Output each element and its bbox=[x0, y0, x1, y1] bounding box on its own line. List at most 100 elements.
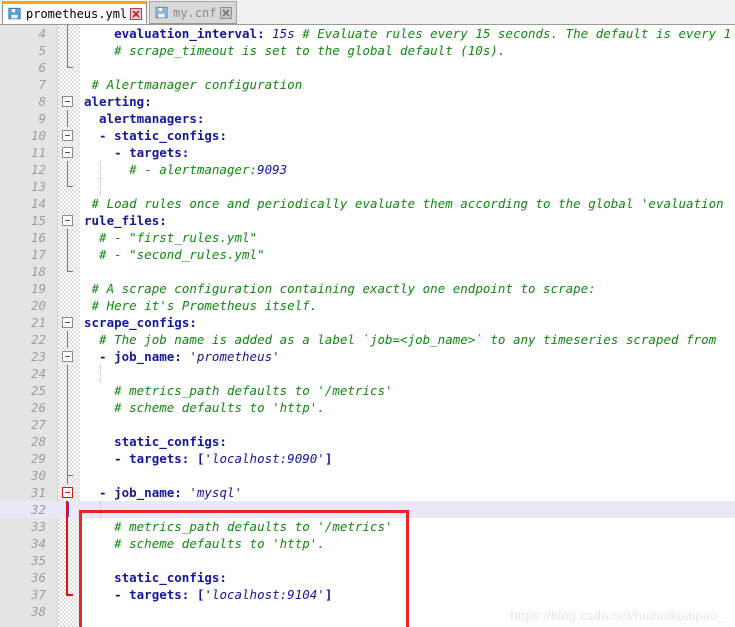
line-number: 11 bbox=[30, 145, 46, 160]
line-number: 13 bbox=[30, 179, 46, 194]
code-token: 'localhost:9090' bbox=[204, 451, 325, 466]
fold-end-marker bbox=[67, 59, 73, 68]
tab-label: my.cnf bbox=[173, 5, 217, 20]
fold-toggle-icon[interactable] bbox=[62, 130, 73, 141]
code-line[interactable]: 6 bbox=[0, 59, 735, 76]
close-icon[interactable] bbox=[130, 7, 143, 20]
code-token: - targets: bbox=[114, 145, 190, 160]
code-line[interactable]: 22 # The job name is added as a label `jo… bbox=[0, 331, 735, 348]
code-text: # - alertmanager:9093 bbox=[129, 161, 287, 178]
fold-guide-line bbox=[67, 450, 68, 467]
code-text: - targets: bbox=[114, 144, 189, 161]
line-number: 27 bbox=[30, 417, 46, 432]
code-line[interactable]: 8 alerting: bbox=[0, 93, 735, 110]
code-text: evaluation_interval: 15s # Evaluate rule… bbox=[114, 25, 731, 42]
code-token: # - alertmanager: bbox=[129, 162, 258, 177]
line-number: 37 bbox=[30, 587, 46, 602]
line-number: 4 bbox=[38, 26, 46, 41]
line-number: 12 bbox=[30, 162, 46, 177]
code-token: # Evaluate rules every 15 seconds. The d… bbox=[302, 26, 732, 41]
code-line[interactable]: 26 # scheme defaults to 'http'. bbox=[0, 399, 735, 416]
code-line[interactable]: 36 static_configs: bbox=[0, 569, 735, 586]
code-line[interactable]: 34 # scheme defaults to 'http'. bbox=[0, 535, 735, 552]
line-number: 5 bbox=[38, 43, 46, 58]
code-line[interactable]: 16 # - "first_rules.yml" bbox=[0, 229, 735, 246]
code-token: - static_configs: bbox=[99, 128, 227, 143]
code-line[interactable]: 33 # metrics_path defaults to '/metrics' bbox=[0, 518, 735, 535]
code-line[interactable]: 18 bbox=[0, 263, 735, 280]
code-token: ] bbox=[324, 451, 333, 466]
code-line[interactable]: 23 - job_name: 'prometheus' bbox=[0, 348, 735, 365]
code-text: # metrics_path defaults to '/metrics' bbox=[114, 382, 392, 399]
code-text: - job_name: 'prometheus' bbox=[99, 348, 280, 365]
code-text: - targets: ['localhost:9090'] bbox=[114, 450, 332, 467]
code-token: alertmanagers: bbox=[99, 111, 205, 126]
code-token: - job_name: bbox=[99, 349, 190, 364]
code-line[interactable]: 32 bbox=[0, 501, 735, 518]
code-line[interactable]: 17 # - "second_rules.yml" bbox=[0, 246, 735, 263]
code-line[interactable]: 30 bbox=[0, 467, 735, 484]
fold-toggle-icon[interactable] bbox=[62, 215, 73, 226]
code-text: # Load rules once and periodically evalu… bbox=[92, 195, 724, 212]
code-token: # Here it's Prometheus itself. bbox=[91, 298, 318, 313]
fold-guide-line bbox=[67, 382, 68, 399]
fold-guide-line bbox=[67, 42, 68, 59]
code-line[interactable]: 27 bbox=[0, 416, 735, 433]
code-token: # - "first_rules.yml" bbox=[99, 230, 258, 245]
code-line[interactable]: 19 # A scrape configuration containing ex… bbox=[0, 280, 735, 297]
close-icon[interactable] bbox=[219, 6, 232, 19]
indent-guide bbox=[100, 161, 102, 178]
tab-prometheus-yml[interactable]: prometheus.yml bbox=[2, 1, 148, 24]
code-line[interactable]: 14 # Load rules once and periodically eva… bbox=[0, 195, 735, 212]
fold-guide-line bbox=[67, 161, 68, 178]
code-line[interactable]: 7 # Alertmanager configuration bbox=[0, 76, 735, 93]
code-line[interactable]: 31 - job_name: 'mysql' bbox=[0, 484, 735, 501]
code-text: # scheme defaults to 'http'. bbox=[114, 535, 325, 552]
line-number: 35 bbox=[30, 553, 46, 568]
code-token: # scheme defaults to 'http'. bbox=[114, 400, 325, 415]
tab-label: prometheus.yml bbox=[26, 6, 128, 21]
code-line[interactable]: 24 bbox=[0, 365, 735, 382]
fold-guide-line bbox=[66, 552, 68, 569]
fold-toggle-icon[interactable] bbox=[62, 487, 73, 498]
line-number: 15 bbox=[30, 213, 46, 228]
code-line[interactable]: 28 static_configs: bbox=[0, 433, 735, 450]
line-number: 26 bbox=[30, 400, 46, 415]
code-line[interactable]: 35 bbox=[0, 552, 735, 569]
code-line[interactable]: 4 evaluation_interval: 15s # Evaluate rul… bbox=[0, 25, 735, 42]
line-number: 31 bbox=[30, 485, 46, 500]
fold-toggle-icon[interactable] bbox=[62, 317, 73, 328]
code-line[interactable]: 11 - targets: bbox=[0, 144, 735, 161]
code-line[interactable]: 12 # - alertmanager:9093 bbox=[0, 161, 735, 178]
code-token: # Alertmanager configuration bbox=[91, 77, 303, 92]
code-line[interactable]: 37 - targets: ['localhost:9104'] bbox=[0, 586, 735, 603]
fold-toggle-icon[interactable] bbox=[62, 147, 73, 158]
fold-toggle-icon[interactable] bbox=[62, 351, 73, 362]
fold-guide-line bbox=[67, 399, 68, 416]
fold-end-marker bbox=[67, 263, 73, 272]
fold-toggle-icon[interactable] bbox=[62, 96, 73, 107]
line-number: 23 bbox=[30, 349, 46, 364]
code-line[interactable]: 9 alertmanagers: bbox=[0, 110, 735, 127]
code-line[interactable]: 29 - targets: ['localhost:9090'] bbox=[0, 450, 735, 467]
code-line[interactable]: 21 scrape_configs: bbox=[0, 314, 735, 331]
tab-my-cnf[interactable]: my.cnf bbox=[149, 1, 237, 24]
fold-guide-line bbox=[67, 365, 68, 382]
code-lines[interactable]: 4 evaluation_interval: 15s # Evaluate rul… bbox=[0, 25, 735, 627]
code-token: # - "second_rules.yml" bbox=[99, 247, 265, 262]
code-line[interactable]: 15 rule_files: bbox=[0, 212, 735, 229]
line-number: 38 bbox=[30, 604, 46, 619]
code-line[interactable]: 20 # Here it's Prometheus itself. bbox=[0, 297, 735, 314]
code-line[interactable]: 10 - static_configs: bbox=[0, 127, 735, 144]
fold-guide-line bbox=[67, 229, 68, 246]
code-text: static_configs: bbox=[114, 569, 227, 586]
code-editor[interactable]: 4 evaluation_interval: 15s # Evaluate rul… bbox=[0, 25, 735, 627]
code-line[interactable]: 13 bbox=[0, 178, 735, 195]
fold-end-marker bbox=[67, 467, 73, 484]
code-token: 15s bbox=[272, 26, 303, 41]
line-number: 34 bbox=[30, 536, 46, 551]
code-line[interactable]: 5 # scrape_timeout is set to the global d… bbox=[0, 42, 735, 59]
code-token: 9093 bbox=[257, 162, 288, 177]
code-line[interactable]: 25 # metrics_path defaults to '/metrics' bbox=[0, 382, 735, 399]
text-caret bbox=[67, 502, 69, 517]
